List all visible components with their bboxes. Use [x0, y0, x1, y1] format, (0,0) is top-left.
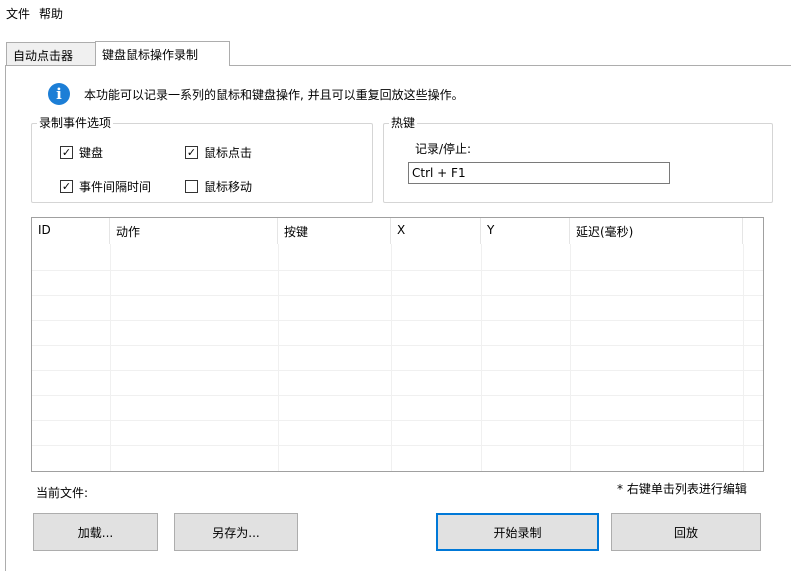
record-stop-label: 记录/停止: — [415, 142, 472, 156]
column-key[interactable]: 按键 — [278, 218, 391, 244]
grid-line — [32, 270, 763, 271]
grid-line — [32, 420, 763, 421]
grid-line — [481, 244, 482, 471]
table-header: ID 动作 按键 X Y 延迟(毫秒) — [32, 218, 763, 244]
record-options-title: 录制事件选项 — [37, 115, 114, 131]
start-record-button[interactable]: 开始录制 — [436, 513, 599, 551]
column-id[interactable]: ID — [32, 218, 110, 244]
checkbox-keyboard-label: 键盘 — [79, 146, 104, 160]
menu-bar: 文件 帮助 — [0, 0, 791, 26]
grid-line — [32, 345, 763, 346]
grid-line — [391, 244, 392, 471]
hotkey-title: 热键 — [389, 115, 418, 131]
menu-help[interactable]: 帮助 — [36, 3, 69, 24]
grid-line — [32, 295, 763, 296]
checkbox-mouse-click-label: 鼠标点击 — [204, 146, 253, 160]
checkbox-mouse-move[interactable]: 鼠标移动 — [185, 178, 252, 195]
checkbox-mouse-click[interactable]: ✓ 鼠标点击 — [185, 144, 252, 161]
column-x[interactable]: X — [391, 218, 481, 244]
checkbox-keyboard-box[interactable]: ✓ — [60, 146, 73, 159]
checkbox-mouse-move-box[interactable] — [185, 180, 198, 193]
column-y[interactable]: Y — [481, 218, 570, 244]
grid-line — [110, 244, 111, 471]
column-delay[interactable]: 延迟(毫秒) — [570, 218, 743, 244]
grid-line — [32, 445, 763, 446]
grid-line — [278, 244, 279, 471]
checkbox-mouse-move-label: 鼠标移动 — [204, 180, 253, 194]
info-row: i 本功能可以记录一系列的鼠标和键盘操作, 并且可以重复回放这些操作。 — [48, 83, 464, 105]
edit-hint: * 右键单击列表进行编辑 — [617, 482, 747, 496]
info-text: 本功能可以记录一系列的鼠标和键盘操作, 并且可以重复回放这些操作。 — [84, 87, 464, 102]
grid-line — [32, 370, 763, 371]
save-as-button[interactable]: 另存为... — [174, 513, 298, 551]
tab-keyboard-mouse-recorder[interactable]: 键盘鼠标操作录制 — [95, 41, 230, 66]
info-icon: i — [48, 83, 70, 105]
playback-button[interactable]: 回放 — [611, 513, 761, 551]
checkbox-event-interval[interactable]: ✓ 事件间隔时间 — [60, 178, 151, 195]
grid-line — [32, 395, 763, 396]
checkbox-keyboard[interactable]: ✓ 键盘 — [60, 144, 103, 161]
hotkey-input[interactable]: Ctrl + F1 — [408, 162, 670, 184]
menu-file[interactable]: 文件 — [3, 3, 36, 24]
column-action[interactable]: 动作 — [110, 218, 278, 244]
current-file-label: 当前文件: — [36, 486, 89, 500]
grid-line — [743, 244, 744, 471]
tab-auto-clicker[interactable]: 自动点击器 — [6, 42, 96, 66]
checkbox-event-interval-label: 事件间隔时间 — [79, 180, 152, 194]
events-table[interactable]: ID 动作 按键 X Y 延迟(毫秒) — [31, 217, 764, 472]
grid-line — [570, 244, 571, 471]
grid-line — [32, 320, 763, 321]
checkbox-event-interval-box[interactable]: ✓ — [60, 180, 73, 193]
checkbox-mouse-click-box[interactable]: ✓ — [185, 146, 198, 159]
load-button[interactable]: 加载... — [33, 513, 158, 551]
